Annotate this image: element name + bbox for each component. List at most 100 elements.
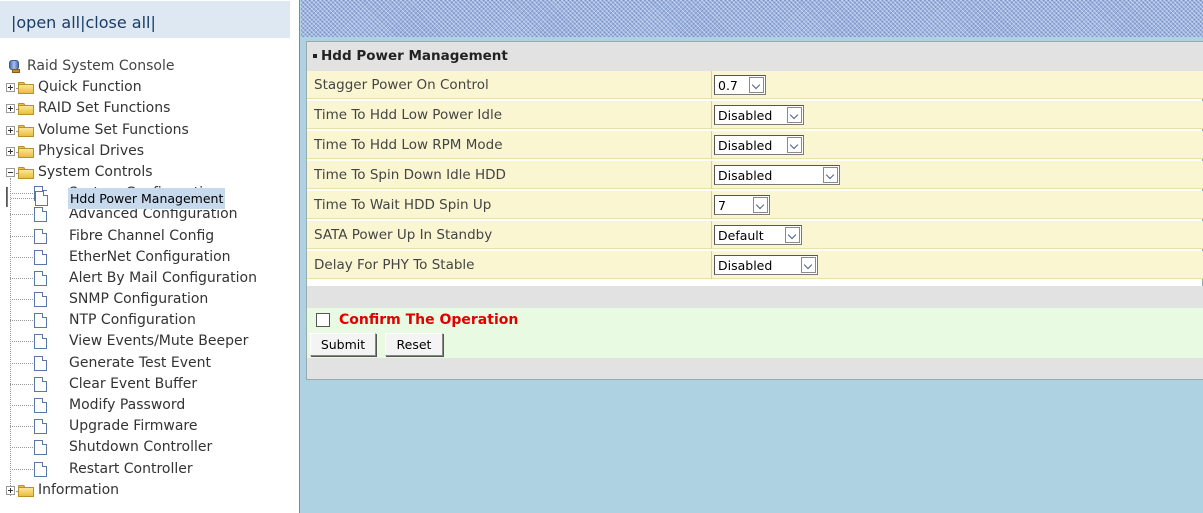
chevron-down-icon[interactable] — [823, 167, 838, 183]
page-icon — [34, 207, 47, 223]
chevron-down-icon[interactable] — [787, 137, 802, 153]
select-value: Disabled — [718, 258, 773, 273]
confirm-label: Confirm The Operation — [339, 312, 519, 328]
select-value: Default — [718, 228, 764, 243]
panel-spacer — [307, 286, 1203, 308]
panel-title-text: Hdd Power Management — [321, 48, 508, 64]
field-label: Time To Wait HDD Spin Up — [314, 197, 492, 213]
page-icon — [34, 398, 47, 413]
field-label: Delay For PHY To Stable — [314, 257, 475, 273]
tree-folder-label: System Controls — [38, 163, 153, 180]
page-icon — [34, 334, 47, 350]
chevron-down-icon[interactable] — [787, 107, 802, 123]
expand-plus-icon[interactable] — [6, 146, 20, 156]
raid-console-icon — [9, 60, 20, 73]
field-row-delay-phy-stable: Delay For PHY To Stable Disabled — [307, 251, 1203, 279]
collapse-minus-icon[interactable] — [6, 167, 20, 177]
sata-power-up-select[interactable]: Default — [714, 225, 802, 245]
tree-folder-label: Volume Set Functions — [38, 121, 189, 138]
expand-plus-icon[interactable] — [6, 104, 20, 114]
field-label: Stagger Power On Control — [314, 77, 489, 93]
spin-down-idle-select[interactable]: Disabled — [714, 165, 840, 185]
page-icon — [34, 292, 47, 308]
reset-button[interactable]: Reset — [385, 333, 443, 356]
tree-item-label: EtherNet Configuration — [69, 248, 231, 265]
chevron-down-icon[interactable] — [801, 257, 816, 273]
tree-folder-label: RAID Set Functions — [38, 100, 171, 117]
low-rpm-mode-select[interactable]: Disabled — [714, 135, 804, 155]
tree-item-label: Alert By Mail Configuration — [69, 269, 257, 286]
frame-divider[interactable] — [290, 0, 300, 513]
stagger-power-on-select[interactable]: 0.7 — [714, 75, 766, 95]
tree-item-label: NTP Configuration — [69, 312, 196, 329]
field-label: SATA Power Up In Standby — [314, 227, 493, 243]
panel-title: Hdd Power Management — [307, 42, 1203, 71]
tree-item-label: Hdd Power Management — [68, 188, 226, 210]
chevron-down-icon[interactable] — [749, 77, 764, 93]
submit-button[interactable]: Submit — [310, 333, 376, 356]
navigation-tree-frame: |open all|close all| Raid System Console… — [0, 0, 290, 513]
folder-icon — [18, 145, 34, 158]
field-row-low-power-idle: Time To Hdd Low Power Idle Disabled — [307, 101, 1203, 129]
page-icon — [34, 376, 47, 392]
tree-toolbar: |open all|close all| — [0, 1, 290, 38]
tree-item-label: Shutdown Controller — [69, 439, 213, 456]
tree-folder-label: Quick Function — [38, 79, 142, 96]
page-icon — [34, 355, 47, 371]
select-value: 7 — [718, 198, 726, 213]
tree-item-label: Upgrade Firmware — [69, 418, 198, 435]
close-all-link[interactable]: close all — [86, 13, 151, 32]
field-label: Time To Spin Down Idle HDD — [314, 167, 506, 183]
tree-item-label: Generate Test Event — [69, 354, 211, 371]
page-icon — [34, 270, 47, 286]
chevron-down-icon[interactable] — [753, 197, 768, 213]
tree-root-label: Raid System Console — [27, 58, 175, 74]
low-power-idle-select[interactable]: Disabled — [714, 105, 804, 125]
page-icon — [34, 461, 47, 477]
folder-icon — [18, 103, 34, 116]
bullet-icon — [313, 54, 317, 58]
wait-spin-up-select[interactable]: 7 — [714, 195, 770, 215]
folder-icon — [18, 484, 34, 497]
field-label: Time To Hdd Low RPM Mode — [314, 137, 503, 153]
field-row-spin-down-idle-hdd: Time To Spin Down Idle HDD Disabled — [307, 161, 1203, 189]
tree-item-label: SNMP Configuration — [69, 291, 209, 308]
expand-plus-icon[interactable] — [6, 125, 20, 135]
chevron-down-icon[interactable] — [785, 227, 800, 243]
content-frame: Hdd Power Management Stagger Power On Co… — [300, 0, 1203, 513]
field-row-sata-power-up-standby: SATA Power Up In Standby Default — [307, 221, 1203, 249]
page-icon — [34, 313, 47, 329]
field-row-stagger-power-on-control: Stagger Power On Control 0.7 — [307, 71, 1203, 99]
tree-item-label: Modify Password — [69, 397, 186, 413]
select-value: Disabled — [718, 108, 773, 123]
folder-icon — [18, 82, 34, 95]
separator: | — [150, 13, 156, 32]
tree-item-label: View Events/Mute Beeper — [69, 333, 249, 350]
open-all-link[interactable]: open all — [16, 13, 80, 32]
page-icon — [34, 440, 47, 456]
page-icon — [35, 191, 48, 207]
expand-plus-icon[interactable] — [6, 485, 20, 495]
select-value: Disabled — [718, 168, 773, 183]
folder-icon — [18, 124, 34, 137]
confirm-row: Confirm The Operation — [307, 308, 1203, 332]
expand-plus-icon[interactable] — [6, 83, 20, 93]
tree-connector-line — [10, 178, 11, 497]
button-row: Submit Reset — [307, 332, 1203, 358]
tree-item-label: Clear Event Buffer — [69, 375, 198, 392]
confirm-checkbox[interactable] — [316, 313, 330, 327]
folder-open-icon — [18, 166, 34, 179]
panel-spacer — [307, 358, 1203, 379]
field-row-wait-hdd-spin-up: Time To Wait HDD Spin Up 7 — [307, 191, 1203, 219]
tree-item-hdd-power-management[interactable]: Hdd Power Management — [6, 187, 226, 210]
select-value: Disabled — [718, 138, 773, 153]
tree-folder-label: Physical Drives — [38, 142, 145, 159]
tree-item-label: Restart Controller — [69, 460, 193, 477]
content-header-pattern — [301, 0, 1203, 37]
tree-item-label: Fibre Channel Config — [69, 227, 215, 244]
hdd-power-management-panel: Hdd Power Management Stagger Power On Co… — [306, 41, 1203, 380]
field-row-low-rpm-mode: Time To Hdd Low RPM Mode Disabled — [307, 131, 1203, 159]
delay-phy-select[interactable]: Disabled — [714, 255, 818, 275]
select-value: 0.7 — [718, 78, 738, 93]
page-icon — [34, 249, 47, 265]
